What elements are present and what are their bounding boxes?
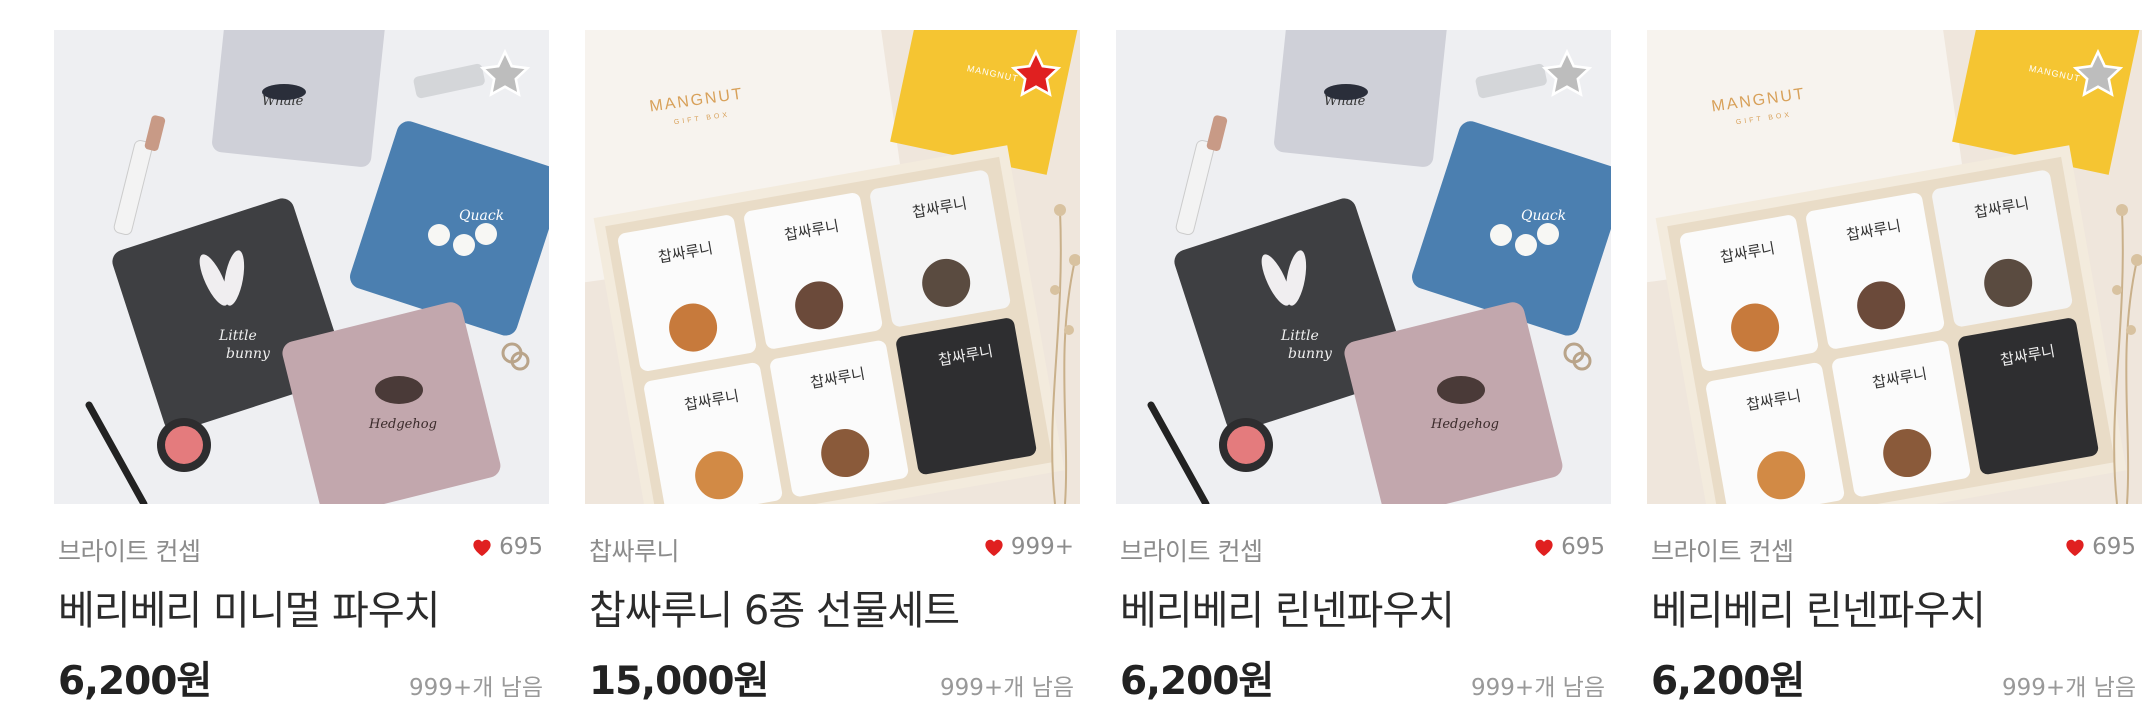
stock-remaining: 999+개 남음 — [940, 675, 1074, 701]
product-name[interactable]: 베리베리 미니멀 파우치 — [58, 578, 440, 636]
product-image[interactable]: Whale Quack Little bunny Hedgehog — [54, 30, 549, 504]
heart-icon — [473, 539, 491, 557]
like-count-value: 695 — [499, 534, 543, 560]
product-image[interactable]: MANGNUT GIFT BOX MANGNUT 찹싸루니 찹싸루니 찹싸루니 … — [585, 30, 1080, 504]
product-row: Whale Quack Little bunny Hedgehog 브라이트 컨… — [54, 30, 2142, 710]
product-name[interactable]: 베리베리 린넨파우치 — [1120, 578, 1455, 636]
like-count-value: 999+ — [1010, 534, 1074, 560]
product-card[interactable]: Whale Quack Little bunny Hedgehog 브라이트 컨… — [54, 30, 549, 710]
svg-text:bunny: bunny — [226, 346, 271, 362]
product-price: 6,200원 — [58, 659, 212, 704]
like-count-value: 695 — [1561, 534, 1605, 560]
pouch-set-photo: Whale Quack Little bunny Hedgehog — [54, 30, 549, 504]
gift-box-photo: MANGNUT GIFT BOX MANGNUT 찹싸루니 찹싸루니 찹싸루니 … — [1647, 30, 2142, 504]
brand-name[interactable]: 찹싸루니 — [589, 532, 680, 568]
star-icon[interactable] — [1541, 48, 1593, 100]
brand-name[interactable]: 브라이트 컨셉 — [1120, 532, 1263, 568]
svg-text:Quack: Quack — [459, 208, 504, 224]
svg-text:Little: Little — [1280, 328, 1319, 344]
product-name[interactable]: 베리베리 린넨파우치 — [1651, 578, 1986, 636]
stock-remaining: 999+개 남음 — [2002, 675, 2136, 701]
heart-icon — [985, 539, 1003, 557]
star-icon[interactable] — [1010, 48, 1062, 100]
star-icon[interactable] — [479, 48, 531, 100]
gift-box-photo: MANGNUT GIFT BOX MANGNUT 찹싸루니 찹싸루니 찹싸루니 … — [585, 30, 1080, 504]
heart-icon — [1535, 539, 1553, 557]
like-count: 695 — [471, 534, 543, 560]
product-card[interactable]: MANGNUT GIFT BOX MANGNUT 찹싸루니 찹싸루니 찹싸루니 … — [585, 30, 1080, 710]
star-icon[interactable] — [2072, 48, 2124, 100]
product-image[interactable]: Whale Quack Little bunny Hedgehog — [1116, 30, 1611, 504]
product-card[interactable]: MANGNUT GIFT BOX MANGNUT 찹싸루니 찹싸루니 찹싸루니 … — [1647, 30, 2142, 710]
like-count: 999+ — [983, 534, 1074, 560]
pouch-set-photo: Whale Quack Little bunny Hedgehog — [1116, 30, 1611, 504]
product-meta: 찹싸루니 999+ — [585, 532, 1080, 572]
like-count-value: 695 — [2092, 534, 2136, 560]
like-count: 695 — [2064, 534, 2136, 560]
stock-remaining: 999+개 남음 — [409, 675, 543, 701]
brand-name[interactable]: 브라이트 컨셉 — [1651, 532, 1794, 568]
product-card[interactable]: Whale Quack Little bunny Hedgehog 브라이트 컨… — [1116, 30, 1611, 710]
heart-icon — [2066, 539, 2084, 557]
svg-text:bunny: bunny — [1288, 346, 1333, 362]
product-meta: 브라이트 컨셉 695 — [1647, 532, 2142, 572]
brand-name[interactable]: 브라이트 컨셉 — [58, 532, 201, 568]
product-price: 15,000원 — [589, 659, 769, 704]
product-image[interactable]: MANGNUT GIFT BOX MANGNUT 찹싸루니 찹싸루니 찹싸루니 … — [1647, 30, 2142, 504]
like-count: 695 — [1533, 534, 1605, 560]
product-name[interactable]: 찹싸루니 6종 선물세트 — [589, 578, 960, 636]
product-price: 6,200원 — [1651, 659, 1805, 704]
svg-text:Little: Little — [218, 328, 257, 344]
product-price: 6,200원 — [1120, 659, 1274, 704]
product-meta: 브라이트 컨셉 695 — [1116, 532, 1611, 572]
svg-text:Quack: Quack — [1521, 208, 1566, 224]
stock-remaining: 999+개 남음 — [1471, 675, 1605, 701]
svg-text:Hedgehog: Hedgehog — [1430, 417, 1499, 432]
product-meta: 브라이트 컨셉 695 — [54, 532, 549, 572]
svg-text:Hedgehog: Hedgehog — [368, 417, 437, 432]
